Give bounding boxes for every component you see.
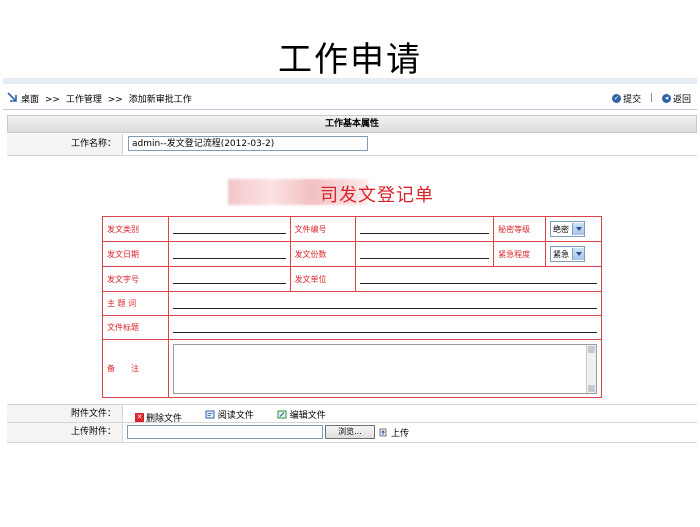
attachment-label: 附件文件： <box>7 405 123 422</box>
keywords-label: 主 题 词 <box>102 291 169 316</box>
read-file-button[interactable]: 阅读文件 <box>205 408 254 421</box>
breadcrumb-add-approval: 添加新审批工作 <box>128 95 192 105</box>
upload-button[interactable]: 上传 <box>378 426 409 439</box>
doc-type-input[interactable] <box>172 224 286 234</box>
title-label: 文件标题 <box>102 315 169 340</box>
breadcrumb-separator: >> <box>107 95 123 105</box>
back-button[interactable]: ◂ 返回 <box>661 92 691 105</box>
upload-icon <box>379 428 387 437</box>
issuer-label: 发文单位 <box>289 266 357 292</box>
check-icon: ✓ <box>612 94 622 103</box>
browse-button[interactable]: 浏览... <box>325 425 375 439</box>
secret-level-label: 秘密等级 <box>493 216 547 242</box>
attachment-row: 附件文件： ✕ 删除文件 阅读文件 编辑文件 <box>7 404 697 424</box>
file-path-input[interactable] <box>127 425 323 439</box>
edit-file-label: 编辑文件 <box>289 411 326 421</box>
work-name-input[interactable]: admin--发文登记流程(2012-03-2) <box>128 136 368 151</box>
registration-form: 发文类别 文件编号 秘密等级 绝密 发文日期 发文份数 紧急程度 紧急 发文字号… <box>102 216 603 398</box>
send-date-cell <box>167 241 291 267</box>
doc-type-label: 发文类别 <box>102 216 169 242</box>
urgency-value: 紧急 <box>553 249 570 259</box>
toolbar-separator: | <box>650 93 654 103</box>
copies-label: 发文份数 <box>289 241 357 267</box>
remarks-cell <box>167 339 603 398</box>
secret-level-select[interactable]: 绝密 <box>550 221 586 237</box>
upload-label-text: 上传 <box>391 429 410 439</box>
remarks-textarea[interactable] <box>172 343 597 394</box>
chevron-down-icon <box>572 223 585 235</box>
breadcrumb-bar: 桌面 >> 工作管理 >> 添加新审批工作 ✓ 提交 | ◂ 返回 <box>3 87 697 110</box>
keywords-input[interactable] <box>172 299 597 309</box>
urgency-cell: 紧急 <box>545 241 602 267</box>
work-name-row: 工作名称： admin--发文登记流程(2012-03-2) <box>7 134 697 156</box>
slide-title: 工作申请 <box>278 40 422 74</box>
copies-input[interactable] <box>360 249 490 259</box>
attachment-actions: ✕ 删除文件 阅读文件 编辑文件 <box>135 408 346 424</box>
arrow-down-right-icon <box>7 92 17 102</box>
keywords-cell <box>167 291 603 316</box>
title-input[interactable] <box>172 323 597 333</box>
upload-row: 上传附件： 浏览... 上传 <box>7 423 697 443</box>
doc-code-input[interactable] <box>172 274 286 284</box>
back-arrow-icon: ◂ <box>661 94 671 103</box>
doc-code-cell <box>167 266 291 292</box>
doc-code-label: 发文字号 <box>102 266 169 292</box>
section-header: 工作基本属性 <box>7 115 697 133</box>
delete-icon: ✕ <box>135 413 144 422</box>
secret-level-cell: 绝密 <box>545 216 602 242</box>
read-file-label: 阅读文件 <box>217 411 254 421</box>
issuer-cell <box>355 266 602 292</box>
read-document-icon <box>205 410 215 419</box>
doc-number-cell <box>355 216 495 242</box>
send-date-input[interactable] <box>172 249 286 259</box>
copies-cell <box>355 241 495 267</box>
work-name-label: 工作名称： <box>7 134 123 155</box>
secret-level-value: 绝密 <box>553 224 570 234</box>
urgency-label: 紧急程度 <box>493 241 547 267</box>
title-cell <box>167 315 603 340</box>
breadcrumb-desktop[interactable]: 桌面 <box>21 95 39 105</box>
upload-label: 上传附件： <box>7 423 123 442</box>
doc-number-label: 文件编号 <box>289 216 357 242</box>
toolbar: ✓ 提交 | ◂ 返回 <box>612 92 691 105</box>
doc-type-cell <box>167 216 291 242</box>
back-label: 返回 <box>672 95 691 105</box>
app-window: 桌面 >> 工作管理 >> 添加新审批工作 ✓ 提交 | ◂ 返回 工作基本属性… <box>3 78 697 450</box>
issuer-input[interactable] <box>360 274 597 284</box>
send-date-label: 发文日期 <box>102 241 169 267</box>
form-title: 某某某某某司发文登记单 <box>225 181 434 207</box>
submit-button[interactable]: ✓ 提交 <box>612 92 641 105</box>
urgency-select[interactable]: 紧急 <box>550 246 586 262</box>
form-title-text: 司发文登记单 <box>320 185 434 206</box>
doc-number-input[interactable] <box>360 224 490 234</box>
submit-label: 提交 <box>623 95 642 105</box>
top-strip <box>3 78 697 84</box>
remarks-label: 备 注 <box>102 339 169 398</box>
breadcrumb-work-management[interactable]: 工作管理 <box>66 95 102 105</box>
edit-document-icon <box>277 410 287 419</box>
breadcrumb-separator: >> <box>44 95 60 105</box>
breadcrumb: 桌面 >> 工作管理 >> 添加新审批工作 <box>21 92 195 105</box>
chevron-down-icon <box>572 248 585 260</box>
textarea-scrollbar[interactable] <box>586 344 596 393</box>
edit-file-button[interactable]: 编辑文件 <box>277 408 326 421</box>
